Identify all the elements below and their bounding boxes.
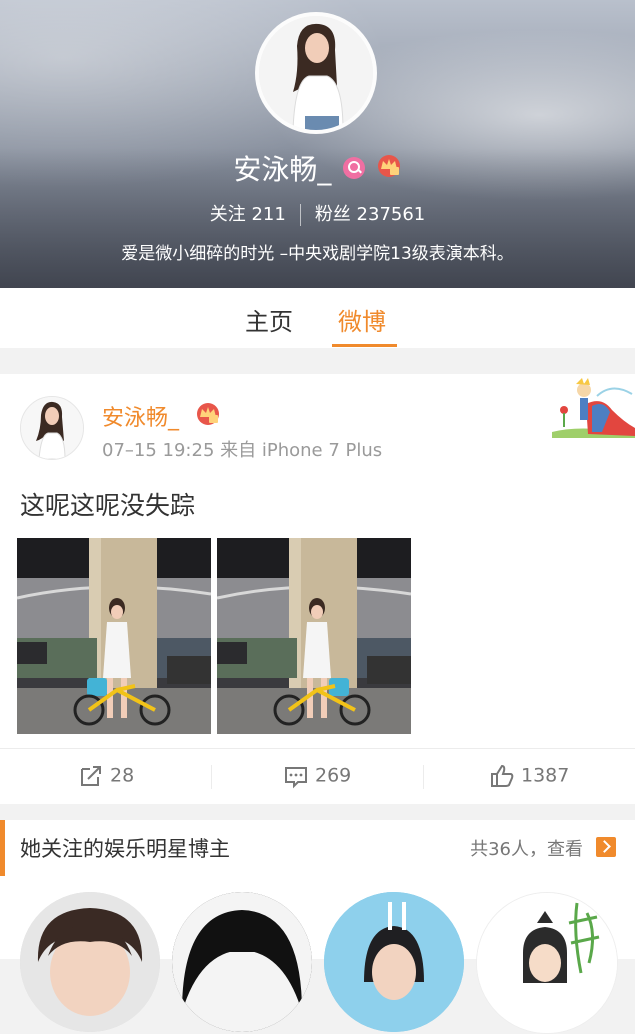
search-badge-icon[interactable] (342, 157, 365, 179)
tab-weibo[interactable]: 微博 (338, 302, 386, 337)
vip-crown-icon[interactable] (376, 154, 402, 182)
recommend-title: 她关注的娱乐明星博主 (20, 837, 230, 861)
profile-avatar[interactable] (255, 12, 377, 134)
post-card[interactable]: 安泳畅_ 07–15 19:25 来自 iPhone 7 Plus 这呢这呢没失… (0, 374, 635, 804)
profile-header: 安泳畅_ 关注 211 粉丝 237561 爱是微小细碎的时光 –中央戏剧学院13… (0, 0, 635, 288)
post-meta: 07–15 19:25 来自 iPhone 7 Plus (102, 440, 383, 461)
action-divider (423, 765, 424, 789)
repost-count: 28 (110, 764, 135, 787)
profile-stats: 关注 211 粉丝 237561 (0, 200, 635, 226)
followers-count: 237561 (356, 204, 426, 225)
followers-stat[interactable]: 粉丝 237561 (315, 204, 425, 225)
vip-crown-icon[interactable] (195, 402, 221, 430)
recommend-section: 她关注的娱乐明星博主 共36人，查看 (0, 820, 635, 1034)
recommend-avatar[interactable] (172, 892, 312, 1032)
stats-divider (299, 204, 301, 226)
following-label: 关注 (209, 204, 246, 225)
card-decoration (552, 376, 635, 442)
following-count: 211 (251, 204, 286, 225)
profile-name-row: 安泳畅_ (0, 148, 635, 188)
recommend-avatar[interactable] (324, 892, 464, 1032)
profile-bio: 爱是微小细碎的时光 –中央戏剧学院13级表演本科。 (121, 244, 514, 264)
like-button[interactable]: 1387 (489, 763, 569, 791)
repost-button[interactable]: 28 (78, 763, 134, 791)
like-count: 1387 (521, 764, 570, 787)
action-divider (211, 765, 212, 789)
post-photo[interactable] (217, 538, 411, 734)
comment-count: 269 (315, 764, 352, 787)
section-accent-bar (0, 820, 5, 876)
profile-tabs: 主页 微博 (0, 288, 635, 348)
comment-button[interactable]: 269 (283, 763, 351, 791)
like-icon (491, 764, 514, 787)
profile-name: 安泳畅_ (233, 153, 332, 186)
following-stat[interactable]: 关注 211 (210, 204, 286, 225)
chevron-right-icon[interactable] (596, 837, 616, 857)
comment-icon (285, 767, 307, 789)
followers-label: 粉丝 (314, 204, 351, 225)
post-actions: 28 269 1387 (0, 748, 635, 805)
repost-icon (81, 766, 101, 786)
tab-home[interactable]: 主页 (245, 302, 293, 337)
recommend-avatar[interactable] (20, 892, 160, 1032)
active-tab-indicator (332, 344, 397, 347)
post-photo[interactable] (17, 538, 211, 734)
recommend-avatar[interactable] (476, 892, 618, 1034)
recommend-more-link[interactable]: 共36人，查看 (470, 835, 583, 861)
post-text: 这呢这呢没失踪 (20, 491, 196, 520)
post-author-avatar[interactable] (20, 396, 84, 460)
post-author-name[interactable]: 安泳畅_ (102, 400, 179, 432)
